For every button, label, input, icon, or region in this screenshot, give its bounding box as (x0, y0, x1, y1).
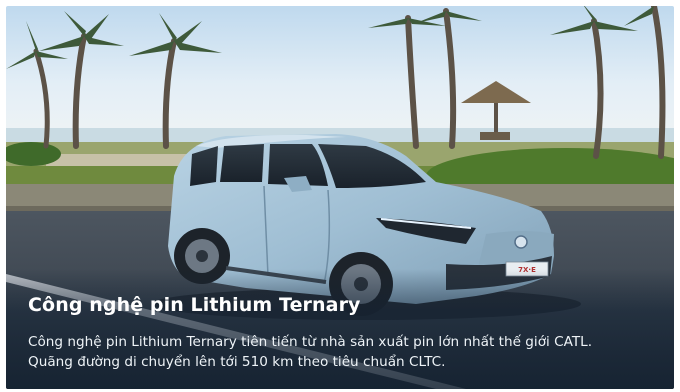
feature-title: Công nghệ pin Lithium Ternary (28, 294, 361, 316)
description-line: Công nghệ pin Lithium Ternary tiên tiến … (28, 334, 593, 350)
feature-banner: 7X·E Công nghệ pin Lithium Ternary Công … (6, 6, 674, 389)
description-line: Quãng đường di chuyển lên tới 510 km the… (28, 354, 446, 370)
feature-description: Công nghệ pin Lithium Ternary tiên tiến … (28, 332, 668, 372)
